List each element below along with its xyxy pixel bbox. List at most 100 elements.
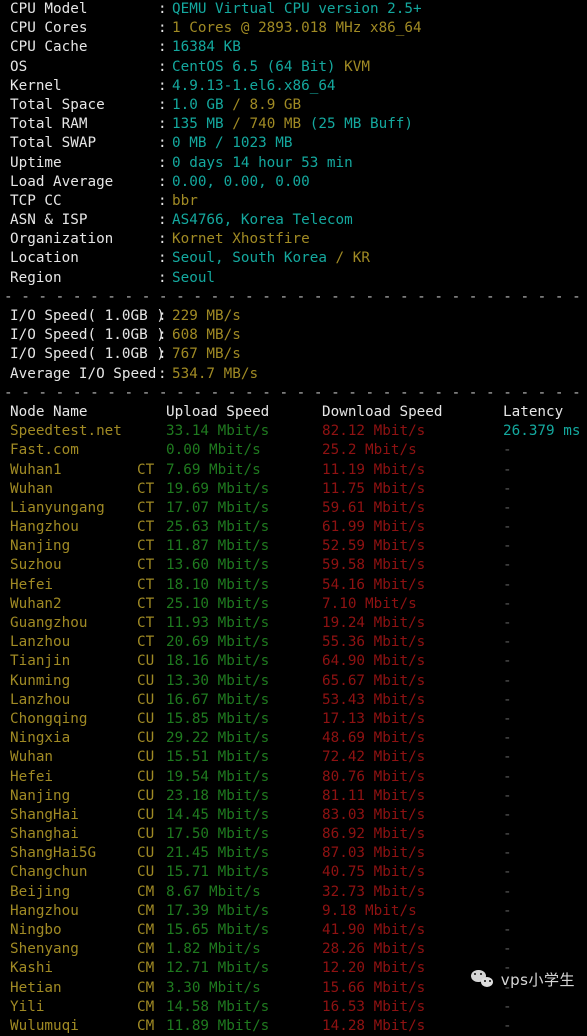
cell-latency: - <box>503 519 512 536</box>
cell-isp-tag: CU <box>137 826 155 843</box>
cell-latency: - <box>503 480 512 497</box>
system-info-colon: : <box>158 269 167 286</box>
cell-latency: - <box>503 691 512 708</box>
system-info-value: 1.0 GB <box>172 96 233 113</box>
system-info-row: Uptime:0 days 14 hour 53 min <box>0 154 587 173</box>
cell-latency: - <box>503 902 512 919</box>
cell-isp-tag: CT <box>137 557 155 574</box>
system-info-row: ASN & ISP: AS4766, Korea Telecom <box>0 211 587 230</box>
cell-node-name: Wuhan <box>10 749 54 766</box>
system-info-label: Total SWAP <box>10 135 97 152</box>
io-speed-row: I/O Speed( 1.0GB ): 229 MB/s <box>0 307 587 326</box>
table-body: Speedtest.net 33.14 Mbit/s 82.12 Mbit/s 26.… <box>0 422 587 1036</box>
cell-upload-speed: 17.39 Mbit/s <box>166 902 270 919</box>
io-speed-value: 767 MB/s <box>172 346 241 363</box>
cell-download-speed: 86.92 Mbit/s <box>322 826 426 843</box>
system-info-row: CPU Model: QEMU Virtual CPU version 2.5+ <box>0 0 587 19</box>
table-row: ShangHai CU 14.45 Mbit/s 83.03 Mbit/s - <box>0 806 587 825</box>
cell-upload-speed: 3.30 Mbit/s <box>166 979 261 996</box>
column-header-download-speed: Download Speed <box>322 403 443 420</box>
cell-node-name: Wuhan2 <box>10 595 62 612</box>
cell-node-name: Kashi <box>10 960 54 977</box>
cell-upload-speed: 25.63 Mbit/s <box>166 519 270 536</box>
system-info-value: AS4766, Korea Telecom <box>172 212 353 229</box>
cell-isp-tag: CT <box>137 538 155 555</box>
cell-upload-speed: 29.22 Mbit/s <box>166 730 270 747</box>
wechat-icon <box>470 969 495 990</box>
cell-download-speed: 61.99 Mbit/s <box>322 519 426 536</box>
system-info-row: Load Average:0.00, 0.00, 0.00 <box>0 173 587 192</box>
table-row: Lianyungang CT 17.07 Mbit/s 59.61 Mbit/s - <box>0 499 587 518</box>
system-info-row: Total Space:1.0 GB / 8.9 GB <box>0 96 587 115</box>
cell-latency: - <box>503 941 512 958</box>
table-header-row: Node Name Upload Speed Download Speed La… <box>0 403 587 422</box>
cell-download-speed: 40.75 Mbit/s <box>322 864 426 881</box>
cell-upload-speed: 33.14 Mbit/s <box>166 423 270 440</box>
cell-node-name: Shenyang <box>10 941 79 958</box>
system-info-value: QEMU Virtual CPU version 2.5+ <box>172 1 422 17</box>
cell-latency: - <box>503 576 512 593</box>
table-row: Guangzhou CT 11.93 Mbit/s 19.24 Mbit/s - <box>0 614 587 633</box>
cell-isp-tag: CU <box>137 691 155 708</box>
cell-isp-tag: CT <box>137 461 155 478</box>
cell-isp-tag: CM <box>137 922 155 938</box>
cell-upload-speed: 7.69 Mbit/s <box>166 461 261 478</box>
cell-isp-tag: CM <box>137 902 155 919</box>
cell-download-speed: 12.20 Mbit/s <box>322 960 426 977</box>
cell-download-speed: 59.58 Mbit/s <box>322 557 426 574</box>
cell-isp-tag: CU <box>137 787 155 804</box>
cell-download-speed: 81.11 Mbit/s <box>322 787 426 804</box>
cell-latency: - <box>503 499 512 516</box>
system-info-value: Seoul, South Korea <box>172 250 336 267</box>
system-info-value: 4.9.13-1.el6.x86_64 <box>172 77 336 94</box>
cell-upload-speed: 15.65 Mbit/s <box>166 922 270 938</box>
cell-isp-tag: CT <box>137 519 155 536</box>
system-info-label: Region <box>10 269 62 286</box>
system-info-colon: : <box>158 212 167 229</box>
system-info-section: CPU Model: QEMU Virtual CPU version 2.5+ C… <box>0 0 587 288</box>
cell-isp-tag: CT <box>137 634 155 651</box>
system-info-row: Location: Seoul, South Korea / KR <box>0 249 587 268</box>
io-speed-colon: : <box>158 346 167 363</box>
cell-isp-tag: CU <box>137 806 155 823</box>
cell-download-speed: 82.12 Mbit/s <box>322 423 426 440</box>
cell-download-speed: 32.73 Mbit/s <box>322 883 426 900</box>
cell-node-name: Nanjing <box>10 787 71 804</box>
cell-upload-speed: 16.67 Mbit/s <box>166 691 270 708</box>
terminal-window: CPU Model: QEMU Virtual CPU version 2.5+ C… <box>0 0 587 1034</box>
cell-upload-speed: 18.16 Mbit/s <box>166 653 270 670</box>
cell-isp-tag: CU <box>137 672 155 689</box>
table-row: Shanghai CU 17.50 Mbit/s 86.92 Mbit/s - <box>0 825 587 844</box>
cell-latency: - <box>503 845 512 862</box>
cell-latency: - <box>503 442 512 459</box>
cell-download-speed: 59.61 Mbit/s <box>322 499 426 516</box>
system-info-label: Kernel <box>10 77 62 94</box>
table-row: Speedtest.net 33.14 Mbit/s 82.12 Mbit/s 26.… <box>0 422 587 441</box>
system-info-colon: : <box>158 250 167 267</box>
cell-isp-tag: CU <box>137 864 155 881</box>
cell-latency: - <box>503 749 512 766</box>
cell-download-speed: 15.66 Mbit/s <box>322 979 426 996</box>
system-info-value: 0 days 14 hour 53 min <box>172 154 353 171</box>
cell-isp-tag: CU <box>137 730 155 747</box>
system-info-label: Load Average <box>10 173 114 190</box>
system-info-value: 0 MB / 1023 MB <box>172 135 293 152</box>
cell-download-speed: 9.18 Mbit/s <box>322 902 417 919</box>
io-speed-section: I/O Speed( 1.0GB ): 229 MB/s I/O Speed( 1.… <box>0 307 587 384</box>
cell-isp-tag: CM <box>137 960 155 977</box>
io-speed-value: 229 MB/s <box>172 308 241 324</box>
system-info-colon: : <box>158 116 167 133</box>
table-row: Shenyang CM 1.82 Mbit/s 28.26 Mbit/s - <box>0 940 587 959</box>
system-info-row: TCP CC: bbr <box>0 192 587 211</box>
table-row: Lanzhou CT 20.69 Mbit/s 55.36 Mbit/s - <box>0 633 587 652</box>
cell-node-name: Suzhou <box>10 557 62 574</box>
table-row: Wuhan CU 15.51 Mbit/s 72.42 Mbit/s - <box>0 748 587 767</box>
table-row: Changchun CU 15.71 Mbit/s 40.75 Mbit/s - <box>0 863 587 882</box>
cell-latency: 26.379 ms <box>503 423 581 440</box>
system-info-value: 135 MB <box>172 116 233 133</box>
cell-latency: - <box>503 787 512 804</box>
system-info-row: Kernel:4.9.13-1.el6.x86_64 <box>0 77 587 96</box>
cell-node-name: ShangHai5G <box>10 845 97 862</box>
cell-upload-speed: 13.30 Mbit/s <box>166 672 270 689</box>
cell-upload-speed: 23.18 Mbit/s <box>166 787 270 804</box>
